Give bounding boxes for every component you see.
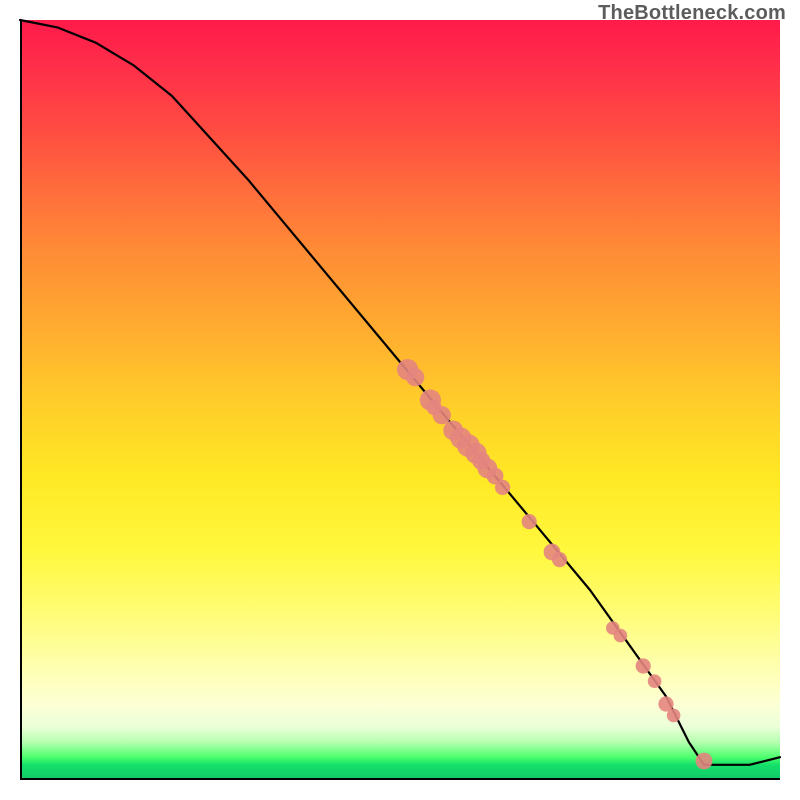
chart-frame: TheBottleneck.com [0, 0, 800, 800]
watermark-text: TheBottleneck.com [598, 2, 786, 25]
plot-gradient-background [20, 20, 780, 780]
